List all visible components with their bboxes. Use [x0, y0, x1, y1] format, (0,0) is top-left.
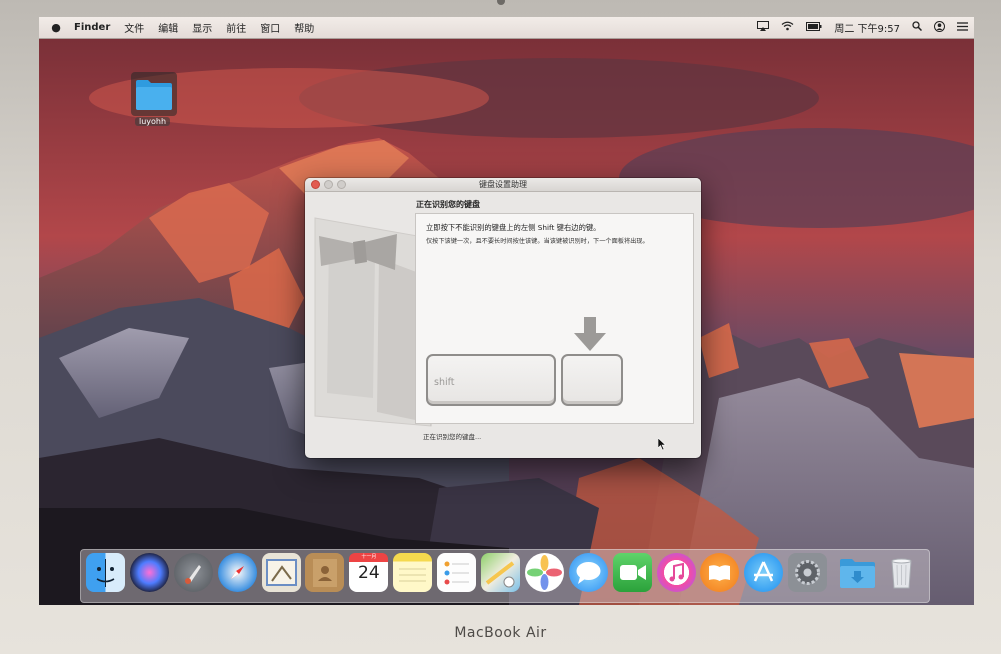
- mouse-cursor-icon: [658, 438, 667, 451]
- finder-icon[interactable]: [86, 553, 125, 592]
- menu-view[interactable]: 显示: [185, 20, 219, 35]
- menu-go[interactable]: 前往: [219, 20, 253, 35]
- apple-menu-icon[interactable]: ●: [45, 21, 67, 34]
- menu-bar: ● Finder 文件 编辑 显示 前往 窗口 帮助 周二 下午9:57: [39, 17, 974, 38]
- wifi-icon[interactable]: [775, 21, 800, 34]
- maps-icon[interactable]: [481, 553, 521, 592]
- dock-icons: 十一月 24: [86, 553, 926, 592]
- messages-icon[interactable]: [568, 553, 608, 592]
- folder-icon: [136, 80, 172, 110]
- window-title: 键盘设置助理: [479, 180, 527, 189]
- system-preferences-icon[interactable]: [788, 553, 828, 592]
- window-titlebar[interactable]: 键盘设置助理: [305, 178, 701, 192]
- notes-icon[interactable]: [393, 553, 433, 592]
- mail-icon[interactable]: [261, 553, 301, 592]
- reminders-icon[interactable]: [437, 553, 477, 592]
- siri-icon[interactable]: [129, 553, 169, 592]
- downloads-folder-icon[interactable]: [838, 553, 877, 592]
- status-text: 正在识别您的键盘...: [423, 433, 482, 441]
- menu-edit[interactable]: 编辑: [151, 20, 185, 35]
- shift-key-graphic: shift: [426, 354, 556, 406]
- keyboard-setup-assistant-window: 键盘设置助理 正在识别您的键盘 立即按下不能识别的键盘上的左侧 Shift 键右…: [305, 178, 701, 458]
- calendar-month: 十一月: [349, 553, 389, 562]
- photos-icon[interactable]: [524, 553, 564, 592]
- trash-icon[interactable]: [882, 553, 921, 592]
- menu-help[interactable]: 帮助: [287, 20, 321, 35]
- menu-finder[interactable]: Finder: [67, 22, 117, 33]
- screen: ● Finder 文件 编辑 显示 前往 窗口 帮助 周二 下午9:57 luy…: [39, 17, 974, 605]
- menubar-clock[interactable]: 周二 下午9:57: [828, 20, 906, 35]
- macbook-air-brand-label: MacBook Air: [454, 625, 547, 641]
- status-area: 周二 下午9:57: [751, 20, 974, 35]
- airplay-icon[interactable]: [751, 21, 775, 34]
- safari-icon[interactable]: [217, 553, 257, 592]
- facetime-icon[interactable]: [612, 553, 652, 592]
- menu-window[interactable]: 窗口: [253, 20, 287, 35]
- instruction-panel: 立即按下不能识别的键盘上的左侧 Shift 键右边的键。 仅按下该键一次，且不要…: [415, 213, 694, 424]
- ibooks-icon[interactable]: [700, 553, 740, 592]
- contacts-icon[interactable]: [305, 553, 345, 592]
- launchpad-icon[interactable]: [173, 553, 213, 592]
- calendar-day: 24: [358, 563, 380, 583]
- desktop-folder-label[interactable]: luyohh: [135, 117, 171, 126]
- menu-file[interactable]: 文件: [117, 20, 151, 35]
- instruction-detail: 仅按下该键一次，且不要长时间按住该键。当该键被识别时，下一个面板将出现。: [426, 238, 649, 245]
- desktop-folder[interactable]: [131, 72, 177, 116]
- user-icon[interactable]: [928, 20, 951, 35]
- spotlight-search-icon[interactable]: [906, 21, 928, 34]
- app-store-icon[interactable]: [744, 553, 784, 592]
- calendar-icon[interactable]: 十一月 24: [349, 553, 389, 592]
- instruction-text: 立即按下不能识别的键盘上的左侧 Shift 键右边的键。: [426, 223, 601, 232]
- itunes-icon[interactable]: [656, 553, 696, 592]
- shift-key-label: shift: [434, 377, 455, 388]
- notification-center-icon[interactable]: [951, 21, 974, 34]
- target-key-graphic: [561, 354, 623, 406]
- down-arrow-icon: [574, 317, 606, 351]
- battery-icon[interactable]: [800, 21, 828, 34]
- page-heading: 正在识别您的键盘: [416, 200, 480, 209]
